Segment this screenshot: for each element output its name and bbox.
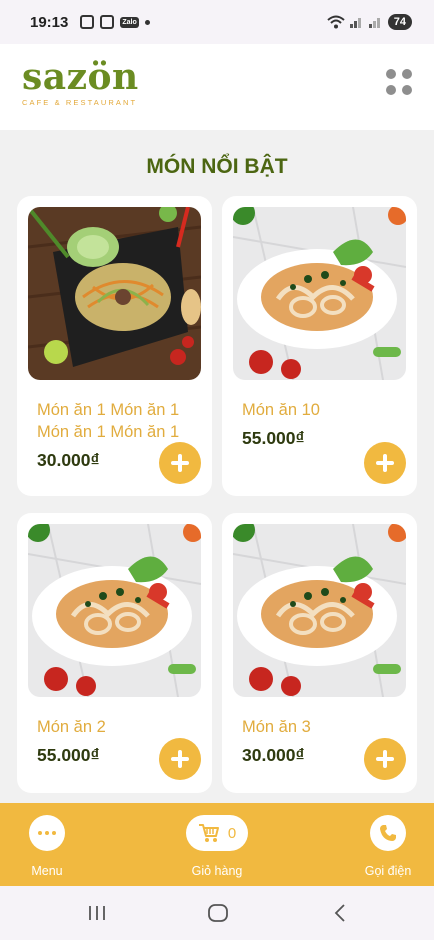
product-price: 55.000₫ — [242, 428, 305, 448]
logo-tagline: CAFE & RESTAURANT — [22, 98, 138, 107]
product-name: Món ăn 1 Món ăn 1 Món ăn 1 Món ăn 1 — [37, 401, 180, 441]
grid-dot-icon — [386, 69, 396, 79]
status-bar: 19:13 Zalo 74 — [0, 0, 434, 44]
phone-icon — [380, 825, 396, 841]
add-to-cart-button[interactable] — [159, 738, 201, 780]
more-icon — [29, 815, 65, 851]
cart-count: 0 — [227, 824, 237, 842]
product-name: Món ăn 10 — [242, 401, 320, 419]
product-price: 30.000₫ — [242, 745, 305, 765]
add-to-cart-button[interactable] — [159, 442, 201, 484]
add-to-cart-button[interactable] — [364, 738, 406, 780]
nav-menu-label: Menu — [31, 864, 63, 878]
product-image-papaya-salad[interactable] — [28, 207, 201, 380]
nav-call-button[interactable]: Gọi điện — [358, 815, 418, 878]
product-name: Món ăn 2 — [37, 718, 106, 736]
nav-cart-button[interactable]: 0 Giỏ hàng — [180, 815, 254, 878]
product-name: Món ăn 3 — [242, 718, 311, 736]
logo-text: sazön — [22, 56, 139, 98]
product-image-squid-dish[interactable] — [233, 207, 406, 380]
grid-menu-button[interactable] — [386, 69, 412, 95]
screenshot-icon — [80, 15, 95, 29]
product-image-squid-dish[interactable] — [233, 524, 406, 697]
zalo-icon: Zalo — [120, 16, 139, 28]
product-price: 30.000₫ — [37, 450, 100, 470]
wifi-icon — [327, 15, 345, 29]
home-icon[interactable] — [207, 903, 229, 923]
signal-2-icon — [368, 18, 380, 28]
battery-indicator: 74 — [387, 14, 412, 30]
scan-icon — [100, 15, 115, 29]
product-card[interactable]: Món ăn 1 Món ăn 1 Món ăn 1 Món ăn 1 30.0… — [17, 196, 212, 496]
status-time: 19:13 — [30, 13, 69, 31]
system-nav-bar — [0, 886, 434, 940]
product-card[interactable]: Món ăn 2 55.000₫ — [17, 513, 212, 793]
product-card[interactable]: Món ăn 3 30.000₫ — [222, 513, 417, 793]
add-to-cart-button[interactable] — [364, 442, 406, 484]
more-notifications-icon — [144, 19, 150, 25]
cart-icon — [198, 824, 219, 842]
grid-dot-icon — [402, 69, 412, 79]
notification-icons: Zalo — [80, 15, 150, 29]
grid-dot-icon — [386, 85, 396, 95]
product-image-squid-dish[interactable] — [28, 524, 201, 697]
nav-menu-button[interactable]: Menu — [20, 815, 74, 878]
product-card[interactable]: Món ăn 10 55.000₫ — [222, 196, 417, 496]
bottom-nav: Menu 0 Giỏ hàng Gọi điện — [0, 803, 434, 886]
signal-icon — [349, 18, 361, 28]
back-icon[interactable] — [332, 903, 348, 923]
section-title: MÓN NỔI BẬT — [146, 155, 288, 178]
grid-dot-icon — [402, 85, 412, 95]
nav-cart-label: Giỏ hàng — [191, 864, 243, 878]
logo[interactable]: sazön CAFE & RESTAURANT — [22, 58, 139, 107]
app-header: sazön CAFE & RESTAURANT — [0, 44, 434, 130]
product-price: 55.000₫ — [37, 745, 100, 765]
recent-apps-icon[interactable] — [87, 903, 107, 923]
nav-call-label: Gọi điện — [364, 864, 412, 878]
